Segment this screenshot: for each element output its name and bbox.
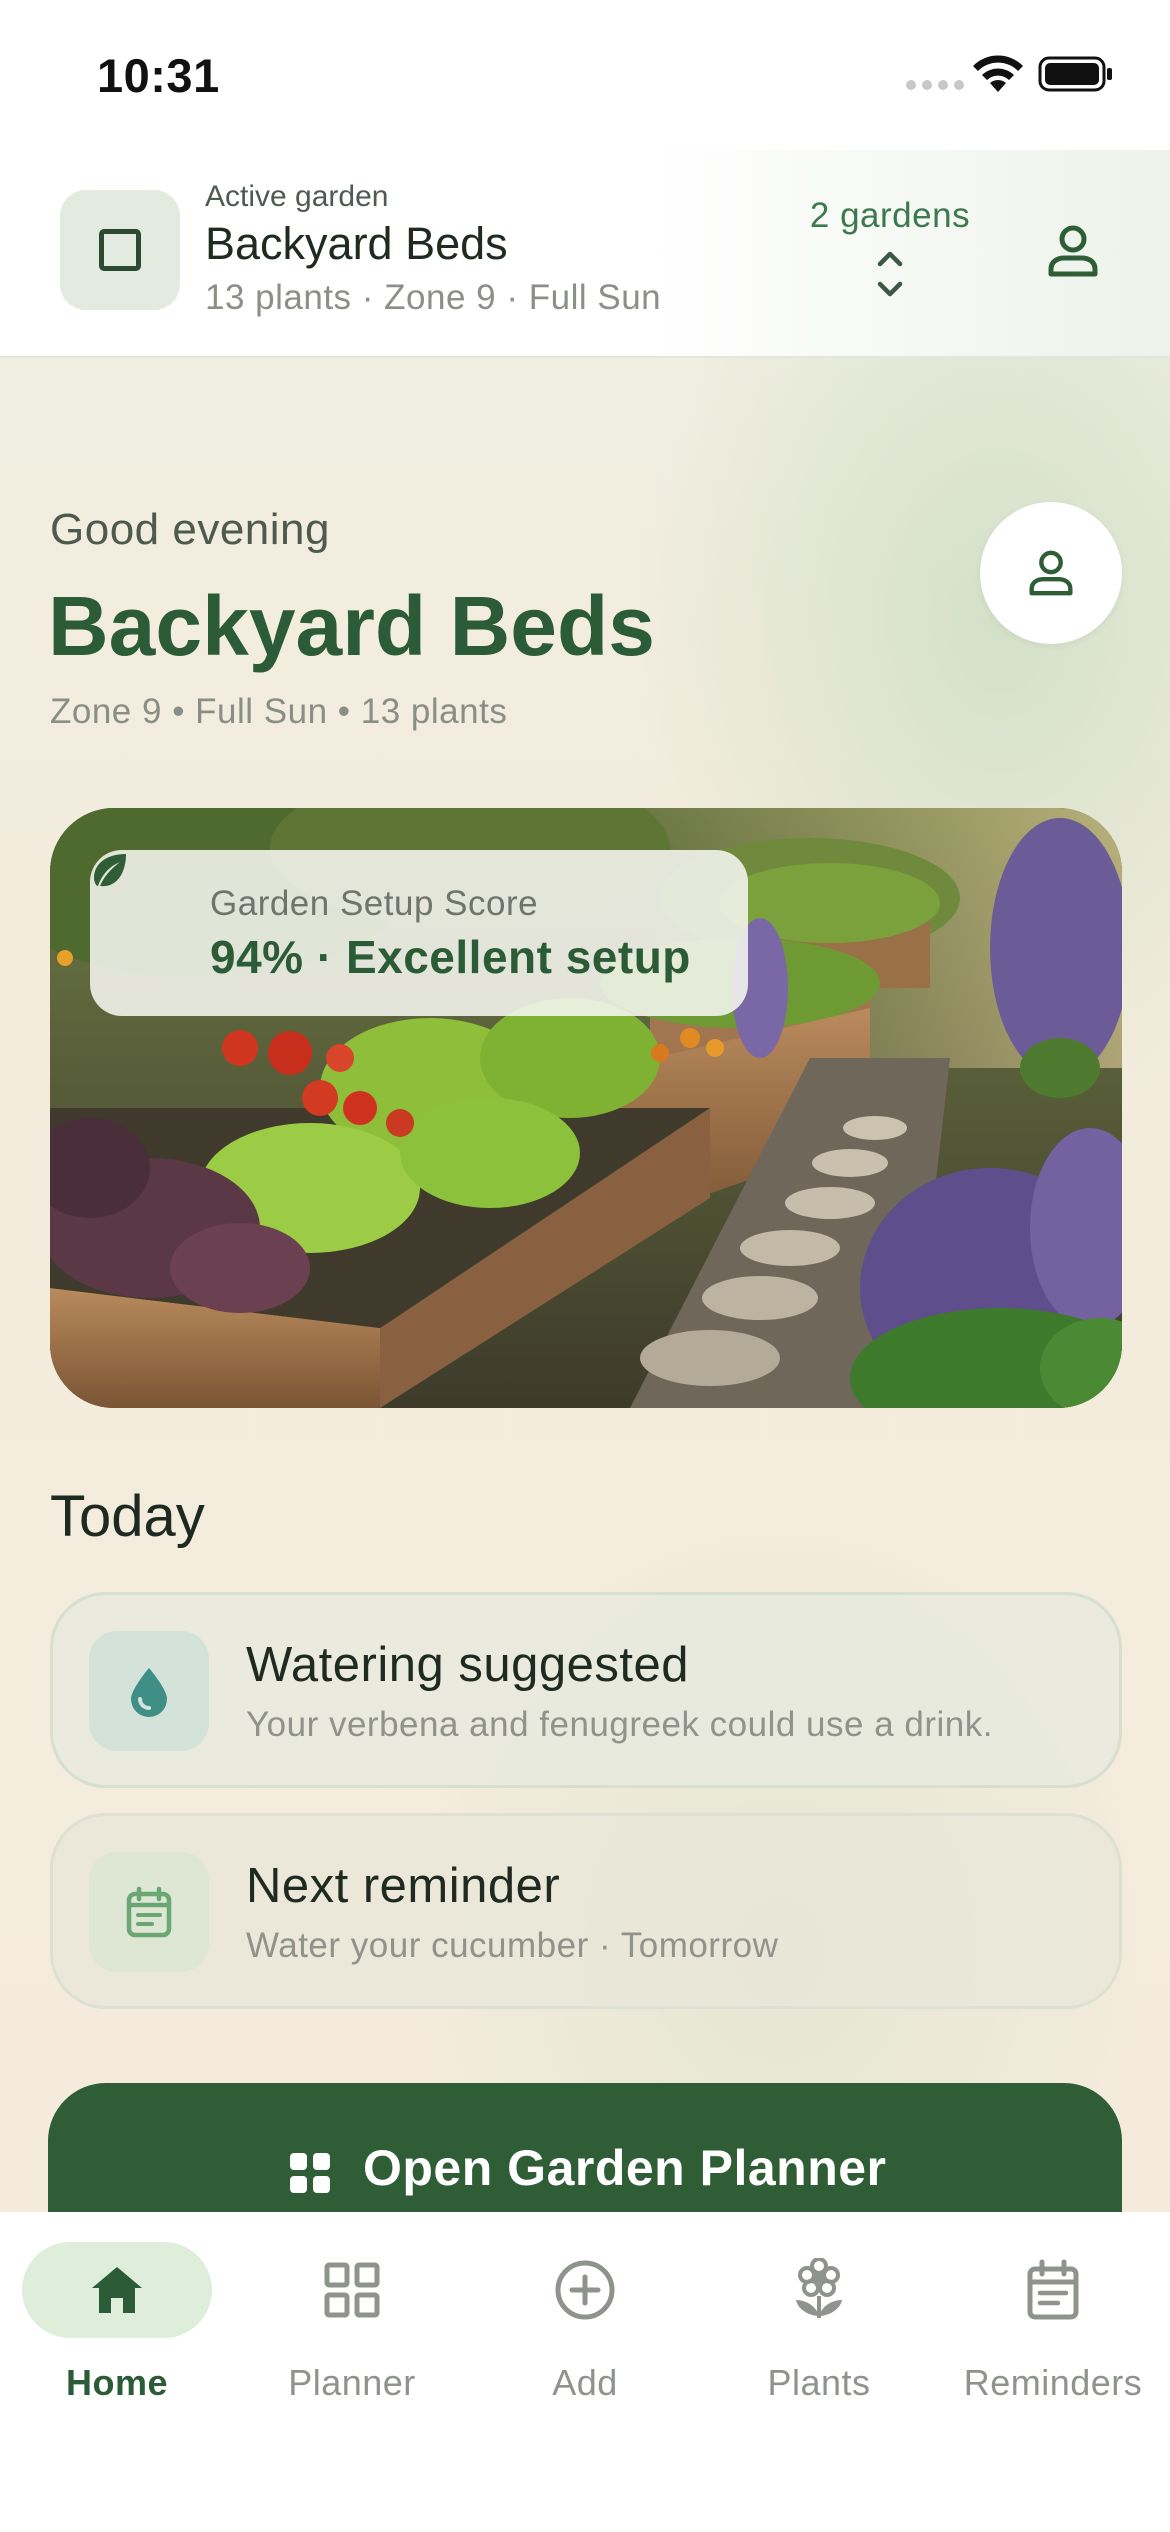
person-icon[interactable] — [1040, 218, 1106, 284]
today-section-title: Today — [50, 1484, 205, 1549]
grid-icon — [257, 2242, 447, 2338]
battery-icon — [1038, 56, 1112, 92]
tab-reminders[interactable]: Reminders — [948, 2242, 1148, 2422]
card-subtitle: Your verbena and fenugreek could use a d… — [246, 1705, 993, 1744]
home-icon — [22, 2242, 212, 2338]
flower-icon — [724, 2242, 914, 2338]
home-screen: 10:31 Active garden Backyard Beds 13 pla… — [0, 0, 1170, 2532]
cta-label: Open Garden Planner — [363, 2140, 887, 2196]
leaf-icon — [94, 854, 126, 887]
tab-add[interactable]: Add — [480, 2242, 680, 2422]
status-bar: 10:31 — [0, 0, 1170, 150]
tab-planner[interactable]: Planner — [247, 2242, 447, 2422]
plus-circle-icon — [490, 2242, 680, 2338]
tab-label: Add — [552, 2362, 618, 2403]
grid-icon — [290, 2153, 330, 2193]
profile-button[interactable] — [980, 502, 1122, 644]
tab-label: Planner — [288, 2362, 416, 2403]
water-drop-icon — [89, 1631, 209, 1751]
gardens-count: 2 gardens — [809, 196, 971, 235]
page-title: Backyard Beds — [48, 579, 655, 673]
greeting-text: Good evening — [50, 505, 330, 554]
garden-summary: Zone 9 • Full Sun • 13 plants — [50, 692, 508, 731]
tab-plants[interactable]: Plants — [714, 2242, 914, 2422]
tab-home[interactable]: Home — [12, 2242, 212, 2422]
person-icon — [1029, 550, 1073, 596]
square-icon — [60, 190, 180, 310]
garden-switcher-button[interactable]: 2 gardens — [790, 196, 990, 302]
cellular-signal-icon — [906, 80, 964, 90]
card-title: Watering suggested — [246, 1638, 689, 1692]
wifi-icon — [973, 55, 1023, 92]
tab-label: Home — [65, 2362, 169, 2403]
active-garden-label: Active garden — [205, 180, 389, 213]
next-reminder-card[interactable]: Next reminder Water your cucumber · Tomo… — [50, 1813, 1122, 2009]
tab-label: Plants — [767, 2362, 871, 2403]
active-garden-header[interactable]: Active garden Backyard Beds 13 plants · … — [0, 150, 1170, 358]
bottom-tab-bar: Home Planner Add Plants Reminders — [0, 2212, 1170, 2532]
score-value: 94% · Excellent setup — [210, 931, 691, 983]
score-label: Garden Setup Score — [210, 884, 539, 923]
active-garden-details: 13 plants · Zone 9 · Full Sun — [205, 278, 662, 317]
calendar-icon — [89, 1852, 209, 1972]
calendar-icon — [958, 2242, 1148, 2338]
active-garden-name: Backyard Beds — [205, 218, 508, 269]
watering-suggestion-card[interactable]: Watering suggested Your verbena and fenu… — [50, 1592, 1122, 1788]
card-subtitle: Water your cucumber · Tomorrow — [246, 1926, 779, 1965]
garden-hero-image: Garden Setup Score 94% · Excellent setup — [50, 808, 1122, 1408]
chevron-up-down-icon — [877, 251, 903, 297]
card-title: Next reminder — [246, 1859, 561, 1913]
tab-label: Reminders — [963, 2362, 1143, 2403]
garden-setup-score-card[interactable]: Garden Setup Score 94% · Excellent setup — [90, 850, 748, 1016]
status-time: 10:31 — [97, 49, 220, 102]
